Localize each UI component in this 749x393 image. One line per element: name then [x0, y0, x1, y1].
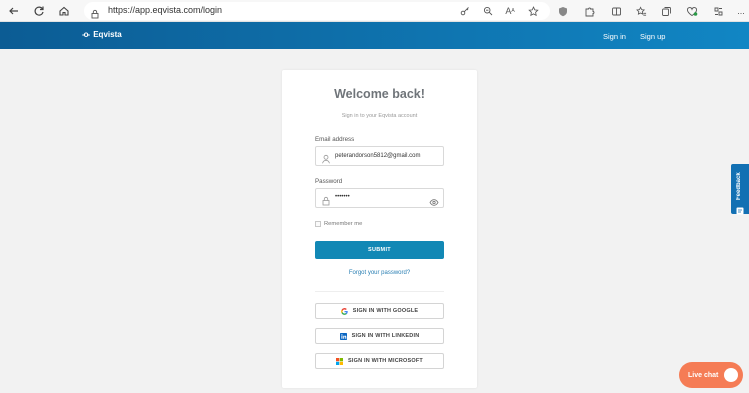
- live-chat-label: Live chat: [688, 371, 719, 379]
- browser-toolbar: https://app.eqvista.com/login AA ...: [0, 0, 749, 22]
- shield-icon[interactable]: [555, 3, 571, 19]
- google-label: SIGN IN WITH GOOGLE: [352, 308, 419, 314]
- user-icon: [321, 151, 331, 164]
- microsoft-icon: [336, 357, 343, 365]
- google-signin-button[interactable]: SIGN IN WITH GOOGLE: [315, 303, 444, 319]
- performance-icon[interactable]: [684, 3, 700, 19]
- app-header: -o- Eqvista Sign in Sign up: [0, 22, 749, 49]
- submit-button[interactable]: SUBMIT: [315, 241, 444, 259]
- back-icon[interactable]: [6, 3, 22, 19]
- microsoft-signin-button[interactable]: SIGN IN WITH MICROSOFT: [315, 353, 444, 369]
- divider: [315, 291, 444, 292]
- brand-logo[interactable]: -o- Eqvista: [82, 30, 122, 39]
- favorites-bar-icon[interactable]: [633, 3, 649, 19]
- page-subtitle: Sign in to your Eqvista account: [341, 113, 418, 119]
- linkedin-label: SIGN IN WITH LINKEDIN: [351, 333, 420, 339]
- split-screen-icon[interactable]: [608, 3, 624, 19]
- password-label: Password: [315, 178, 343, 185]
- google-icon: [340, 307, 348, 315]
- password-field[interactable]: •••••••: [315, 188, 444, 208]
- copilot-icon[interactable]: [710, 3, 726, 19]
- brand-name: Eqvista: [93, 30, 122, 39]
- lock-icon: [90, 6, 100, 19]
- live-chat-button[interactable]: Live chat: [679, 362, 743, 388]
- feedback-tab[interactable]: Feedback: [731, 164, 749, 215]
- microsoft-label: SIGN IN WITH MICROSOFT: [348, 358, 423, 364]
- linkedin-signin-button[interactable]: SIGN IN WITH LINKEDIN: [315, 328, 444, 344]
- logo-mark-icon: -o-: [82, 30, 90, 39]
- read-aloud-icon[interactable]: AA: [503, 4, 517, 18]
- favorite-icon[interactable]: [526, 4, 540, 18]
- feedback-icon: [736, 202, 744, 215]
- sign-in-link[interactable]: Sign in: [603, 32, 626, 41]
- zoom-icon[interactable]: [481, 4, 495, 18]
- feedback-label: Feedback: [736, 172, 742, 200]
- extension-icon[interactable]: [581, 3, 597, 19]
- home-icon[interactable]: [56, 3, 72, 19]
- address-bar[interactable]: https://app.eqvista.com/login AA: [84, 2, 550, 20]
- linkedin-icon: [339, 332, 347, 340]
- email-label: Email address: [315, 136, 355, 143]
- remember-checkbox[interactable]: [315, 221, 321, 227]
- remember-me[interactable]: Remember me: [315, 221, 362, 227]
- collections-icon[interactable]: [658, 3, 674, 19]
- key-icon[interactable]: [458, 4, 472, 18]
- refresh-icon[interactable]: [31, 3, 47, 19]
- url-text: https://app.eqvista.com/login: [108, 5, 223, 15]
- page-title: Welcome back!: [334, 87, 425, 101]
- lock-icon: [321, 193, 331, 206]
- login-card: Welcome back! Sign in to your Eqvista ac…: [282, 70, 477, 388]
- email-field[interactable]: peterandorson5812@gmail.com: [315, 146, 444, 166]
- email-value: peterandorson5812@gmail.com: [335, 153, 421, 159]
- more-icon[interactable]: ...: [735, 3, 747, 19]
- forgot-password-link[interactable]: Forgot your password?: [282, 270, 477, 276]
- sign-up-link[interactable]: Sign up: [640, 32, 665, 41]
- remember-label: Remember me: [324, 221, 363, 227]
- password-value: •••••••: [335, 194, 350, 200]
- chat-bubble-icon: [724, 368, 738, 382]
- show-password-icon[interactable]: [429, 194, 439, 206]
